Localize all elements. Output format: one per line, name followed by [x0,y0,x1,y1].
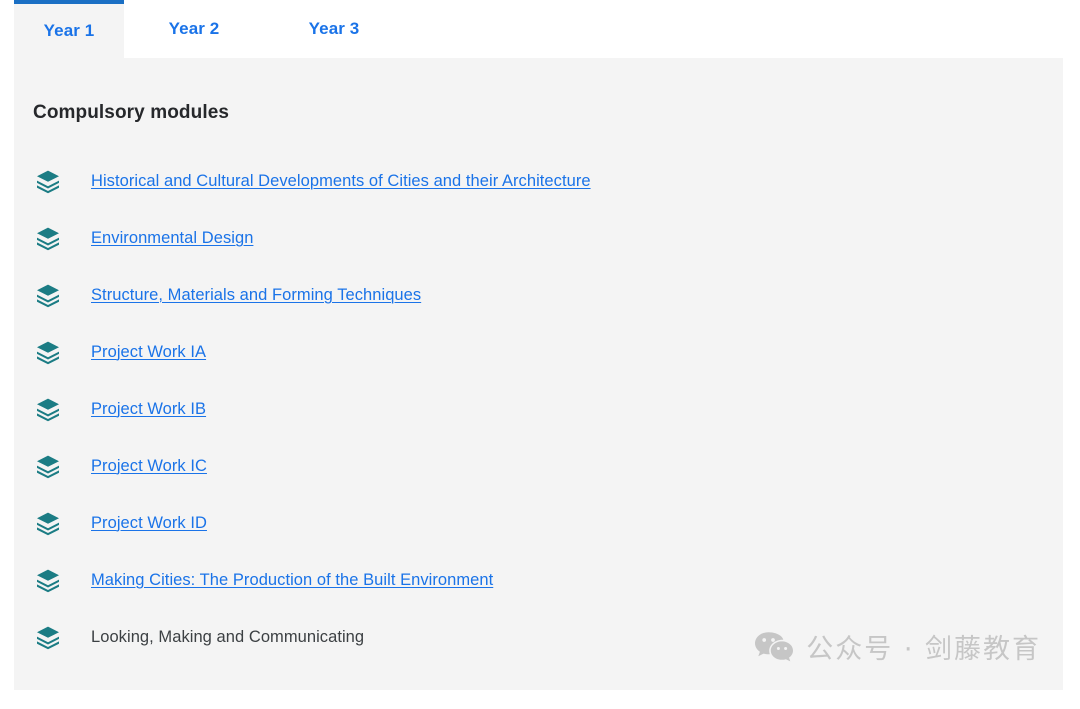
module-link[interactable]: Historical and Cultural Developments of … [91,170,591,192]
layers-icon [37,227,59,250]
page-title: Compulsory modules [33,102,230,123]
tab-year-1-label: Year 1 [43,21,95,40]
module-text: Looking, Making and Communicating [91,627,365,646]
tab-year-3[interactable]: Year 3 [264,0,404,58]
module-link[interactable]: Project Work IB [91,398,206,420]
list-item[interactable]: Historical and Cultural Developments of … [14,152,1063,209]
layers-icon [37,170,59,193]
module-link[interactable]: Making Cities: The Production of the Bui… [91,569,493,591]
list-item: Looking, Making and Communicating [14,608,1063,665]
compulsory-modules-list: Historical and Cultural Developments of … [14,152,1063,665]
module-link[interactable]: Project Work IA [91,341,206,363]
module-link[interactable]: Structure, Materials and Forming Techniq… [91,284,421,306]
tab-year-2[interactable]: Year 2 [124,0,264,58]
layers-icon [37,626,59,649]
layers-icon [37,398,59,421]
year-tab-bar: Year 1 Year 2 Year 3 [14,0,1063,58]
list-item[interactable]: Structure, Materials and Forming Techniq… [14,266,1063,323]
layers-icon [37,284,59,307]
list-item[interactable]: Project Work IC [14,437,1063,494]
list-item[interactable]: Project Work ID [14,494,1063,551]
tab-year-3-label: Year 3 [308,19,360,38]
layers-icon [37,341,59,364]
list-item[interactable]: Project Work IA [14,323,1063,380]
year-1-panel: Compulsory modules Historical and Cultur… [14,58,1063,690]
tab-year-1[interactable]: Year 1 [14,0,124,58]
layers-icon [37,455,59,478]
list-item[interactable]: Making Cities: The Production of the Bui… [14,551,1063,608]
tab-year-2-label: Year 2 [168,19,220,38]
layers-icon [37,569,59,592]
course-modules-page: Year 1 Year 2 Year 3 Compulsory modules … [0,0,1080,709]
module-link[interactable]: Project Work ID [91,512,207,534]
list-item[interactable]: Project Work IB [14,380,1063,437]
module-link[interactable]: Environmental Design [91,227,253,249]
list-item[interactable]: Environmental Design [14,209,1063,266]
module-link[interactable]: Project Work IC [91,455,207,477]
layers-icon [37,512,59,535]
